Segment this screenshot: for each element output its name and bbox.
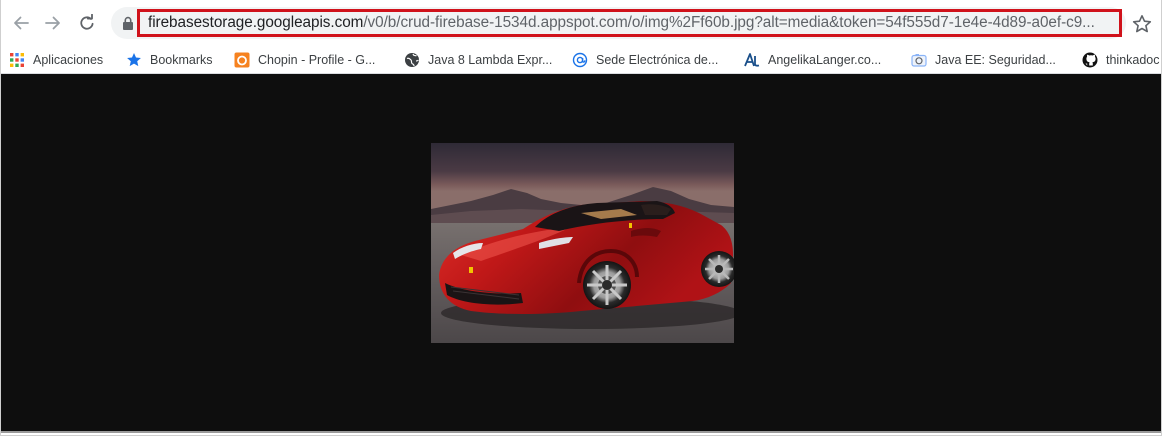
bookmark-java8-lambda[interactable]: Java 8 Lambda Expr... bbox=[404, 50, 552, 70]
star-icon[interactable] bbox=[1131, 13, 1153, 35]
camera-icon bbox=[911, 52, 927, 68]
globe-icon bbox=[404, 52, 420, 68]
bookmark-bookmarks[interactable]: Bookmarks bbox=[126, 50, 213, 70]
bookmark-label: AngelikaLanger.co... bbox=[768, 53, 882, 67]
url-text[interactable]: firebasestorage.googleapis.com/v0/b/crud… bbox=[137, 9, 1122, 37]
url-host: firebasestorage.googleapis.com bbox=[148, 14, 364, 31]
browser-window: firebasestorage.googleapis.com/v0/b/crud… bbox=[0, 0, 1162, 436]
reload-button[interactable] bbox=[73, 9, 101, 37]
back-button[interactable] bbox=[7, 9, 35, 37]
browser-toolbar: firebasestorage.googleapis.com/v0/b/crud… bbox=[1, 0, 1161, 46]
bookmark-angelikalanger[interactable]: AngelikaLanger.co... bbox=[744, 50, 881, 70]
reload-icon bbox=[80, 14, 94, 30]
bookmark-label: Java 8 Lambda Expr... bbox=[428, 53, 553, 67]
address-bar[interactable]: firebasestorage.googleapis.com/v0/b/crud… bbox=[111, 7, 1126, 39]
at-sign-icon bbox=[572, 52, 588, 68]
bookmarks-bar: Aplicaciones Bookmarks Chopin - Profile … bbox=[1, 46, 1161, 74]
bookmark-label: Chopin - Profile - G... bbox=[258, 53, 376, 67]
bookmark-label: Java EE: Seguridad... bbox=[935, 53, 1056, 67]
bookmark-chopin[interactable]: Chopin - Profile - G... bbox=[234, 50, 375, 70]
bookmark-thinkadoc[interactable]: thinkadoc bbox=[1082, 50, 1160, 70]
orange-square-icon bbox=[234, 52, 250, 68]
image-viewer bbox=[1, 79, 1161, 433]
bookmark-sede-electronica[interactable]: Sede Electrónica de... bbox=[572, 50, 718, 70]
forward-arrow-icon bbox=[45, 16, 60, 30]
apps-grid-icon bbox=[9, 52, 25, 68]
lock-icon bbox=[123, 16, 133, 30]
back-arrow-icon bbox=[14, 16, 29, 30]
red-sports-car-photo[interactable] bbox=[431, 143, 734, 343]
bookmark-label: Sede Electrónica de... bbox=[596, 53, 719, 67]
bookmark-label: Bookmarks bbox=[150, 53, 213, 67]
bookmark-label: Aplicaciones bbox=[33, 53, 104, 67]
bookmark-label: thinkadoc bbox=[1106, 53, 1160, 67]
url-path: /v0/b/crud-firebase-1534d.appspot.com/o/… bbox=[363, 14, 1095, 31]
github-icon bbox=[1082, 52, 1098, 68]
al-logo-icon bbox=[744, 52, 760, 68]
forward-button[interactable] bbox=[39, 9, 67, 37]
star-icon bbox=[126, 52, 142, 68]
bookmark-aplicaciones[interactable]: Aplicaciones bbox=[9, 50, 103, 70]
bookmark-java-ee-seguridad[interactable]: Java EE: Seguridad... bbox=[911, 50, 1056, 70]
